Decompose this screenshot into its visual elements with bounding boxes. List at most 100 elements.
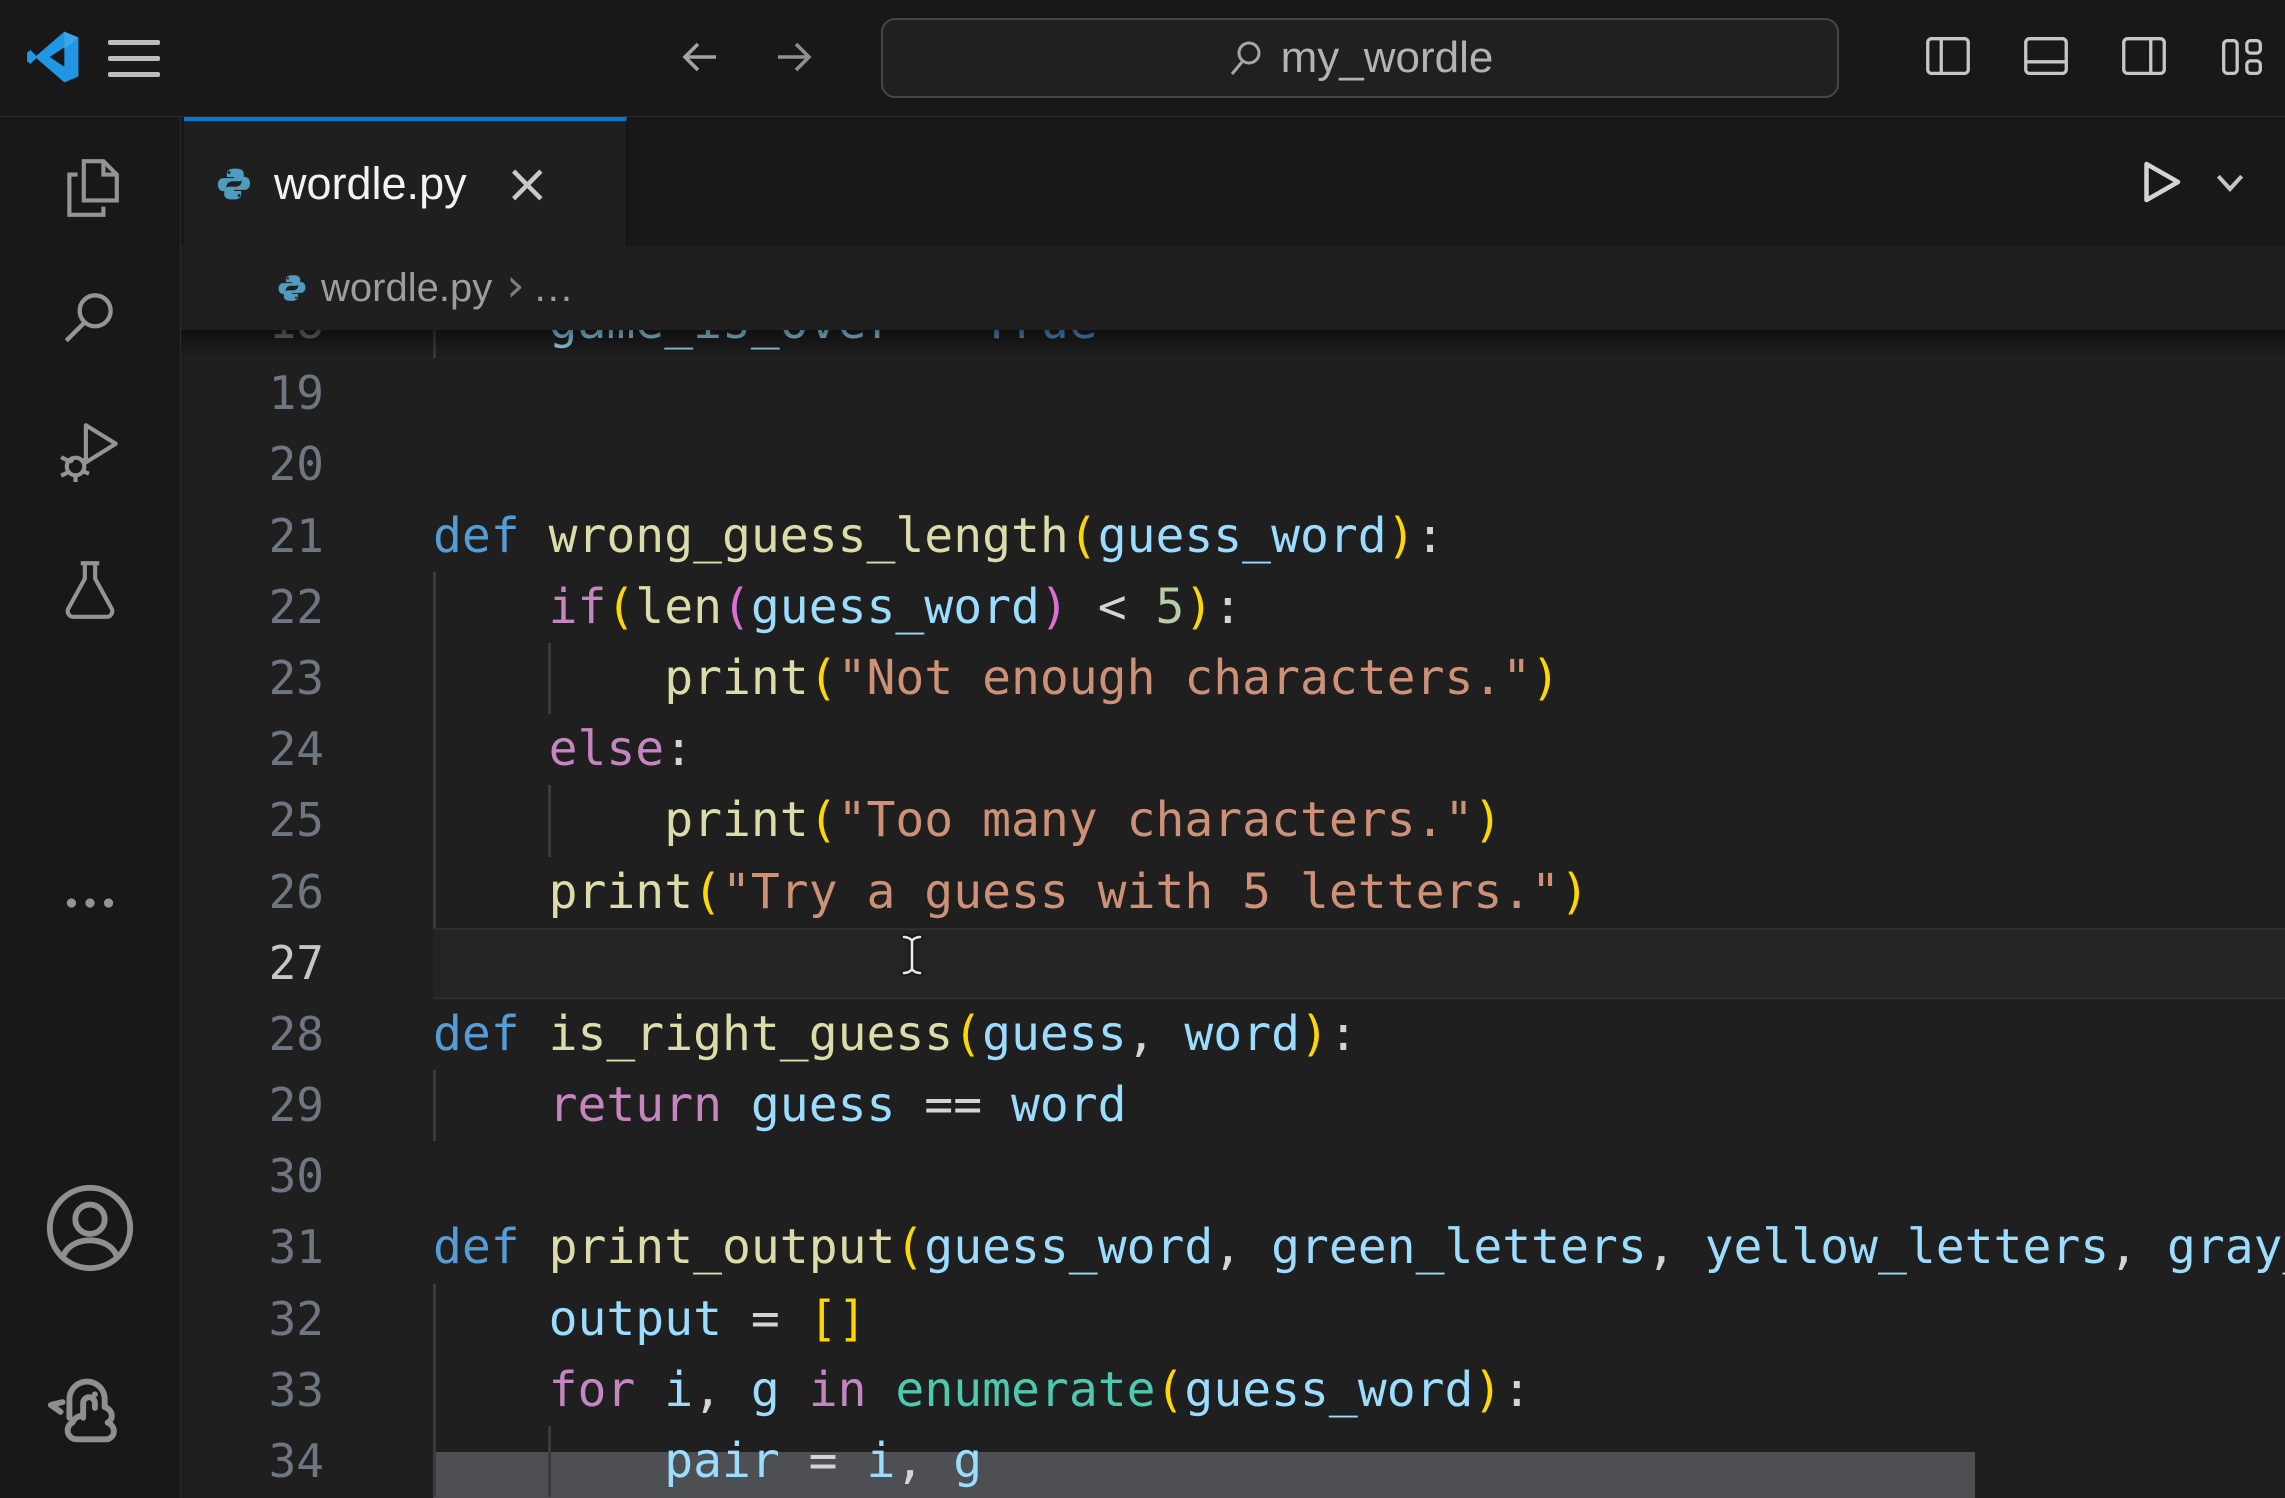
code-line-content: def is_right_guess(guess, word):: [433, 999, 2285, 1070]
line-number[interactable]: 22: [181, 572, 433, 643]
code-text: def is_right_guess(guess, word):: [433, 999, 2285, 1070]
code-line-content: pair = i, g: [433, 1426, 2285, 1497]
line-number[interactable]: 31: [181, 1212, 433, 1283]
line-number[interactable]: 30: [181, 1141, 433, 1212]
more-views-icon[interactable]: [57, 870, 123, 936]
code-line-26[interactable]: 26 print("Try a guess with 5 letters."): [181, 857, 2285, 928]
tab-wordle-py[interactable]: wordle.py ×: [184, 117, 627, 246]
line-number[interactable]: 20: [181, 429, 433, 500]
chevron-down-icon[interactable]: [2209, 161, 2251, 203]
vscode-logo-icon: [26, 28, 80, 86]
code-line-content: [433, 928, 2285, 999]
editor-actions: [2133, 117, 2251, 246]
line-number[interactable]: 24: [181, 714, 433, 785]
code-text: print("Not enough characters."): [433, 643, 2285, 714]
explorer-icon[interactable]: [57, 155, 123, 221]
toggle-primary-sidebar-icon[interactable]: [1921, 30, 1975, 84]
vscode-window: my_wordle: [0, 0, 2285, 1498]
code-line-content: for i, g in enumerate(guess_word):: [433, 1355, 2285, 1426]
line-number[interactable]: 28: [181, 999, 433, 1070]
python-file-icon: [216, 166, 252, 202]
code-text: print("Try a guess with 5 letters."): [433, 857, 2285, 928]
activity-bar: [0, 117, 181, 1498]
line-number[interactable]: 26: [181, 857, 433, 928]
tab-label: wordle.py: [274, 158, 467, 210]
code-line-content: print("Try a guess with 5 letters."): [433, 857, 2285, 928]
code-line-content: else:: [433, 714, 2285, 785]
line-number[interactable]: 21: [181, 501, 433, 572]
search-icon[interactable]: [57, 285, 123, 351]
code-line-29[interactable]: 29 return guess == word: [181, 1070, 2285, 1141]
code-line-19[interactable]: 19: [181, 358, 2285, 429]
code-line-content: return guess == word: [433, 1070, 2285, 1141]
run-file-button[interactable]: [2133, 155, 2187, 209]
code-line-22[interactable]: 22 if(len(guess_word) < 5):: [181, 572, 2285, 643]
code-line-content: def print_output(guess_word, green_lette…: [433, 1212, 2285, 1283]
code-line-content: [433, 429, 2285, 500]
code-line-21[interactable]: 21def wrong_guess_length(guess_word):: [181, 501, 2285, 572]
line-number[interactable]: 32: [181, 1284, 433, 1355]
code-text: else:: [433, 714, 2285, 785]
line-number[interactable]: 27: [181, 928, 433, 999]
title-bar: my_wordle: [0, 0, 2285, 117]
breadcrumb-file[interactable]: wordle.py: [321, 266, 492, 311]
python-snake-icon[interactable]: [43, 1359, 137, 1453]
code-text: output = []: [433, 1284, 2285, 1355]
mouse-cursor-ibeam: [899, 932, 925, 978]
line-number[interactable]: 23: [181, 643, 433, 714]
code-line-content: print("Not enough characters."): [433, 643, 2285, 714]
code-editor[interactable]: 18 game_is_over = True192021def wrong_gu…: [181, 330, 2285, 1498]
breadcrumb: wordle.py › ...: [181, 246, 2285, 330]
code-line-content: [433, 358, 2285, 429]
code-lines: 18 game_is_over = True192021def wrong_gu…: [181, 330, 2285, 1497]
layout-controls: [1921, 30, 2269, 84]
line-number[interactable]: 29: [181, 1070, 433, 1141]
account-icon[interactable]: [43, 1181, 137, 1275]
line-number[interactable]: 33: [181, 1355, 433, 1426]
main-area: wordle.py ×: [0, 117, 2285, 1498]
code-line-32[interactable]: 32 output = []: [181, 1284, 2285, 1355]
code-text: return guess == word: [433, 1070, 2285, 1141]
code-line-25[interactable]: 25 print("Too many characters."): [181, 785, 2285, 856]
code-line-20[interactable]: 20: [181, 429, 2285, 500]
code-text: pair = i, g: [433, 1426, 2285, 1497]
code-line-30[interactable]: 30: [181, 1141, 2285, 1212]
code-text: def wrong_guess_length(guess_word):: [433, 501, 2285, 572]
arrow-right-icon[interactable]: [770, 33, 818, 81]
line-number[interactable]: 25: [181, 785, 433, 856]
customize-layout-icon[interactable]: [2215, 30, 2269, 84]
code-line-24[interactable]: 24 else:: [181, 714, 2285, 785]
breadcrumb-symbol[interactable]: ...: [535, 266, 574, 311]
line-number[interactable]: 19: [181, 358, 433, 429]
arrow-left-icon[interactable]: [676, 33, 724, 81]
code-line-34[interactable]: 34 pair = i, g: [181, 1426, 2285, 1497]
code-text: print("Too many characters."): [433, 785, 2285, 856]
code-line-27[interactable]: 27: [181, 928, 2285, 999]
code-line-content: if(len(guess_word) < 5):: [433, 572, 2285, 643]
run-debug-icon[interactable]: [57, 418, 123, 484]
code-line-28[interactable]: 28def is_right_guess(guess, word):: [181, 999, 2285, 1070]
tab-bar: wordle.py ×: [181, 117, 2285, 246]
toggle-panel-icon[interactable]: [2019, 30, 2073, 84]
tab-close-icon[interactable]: ×: [505, 157, 550, 211]
testing-icon[interactable]: [57, 556, 123, 622]
scroll-shadow: [181, 330, 2285, 358]
code-line-content: [433, 1141, 2285, 1212]
code-line-31[interactable]: 31def print_output(guess_word, green_let…: [181, 1212, 2285, 1283]
code-text: if(len(guess_word) < 5):: [433, 572, 2285, 643]
code-text: for i, g in enumerate(guess_word):: [433, 1355, 2285, 1426]
code-line-content: def wrong_guess_length(guess_word):: [433, 501, 2285, 572]
search-icon: [1227, 38, 1267, 78]
code-text: def print_output(guess_word, green_lette…: [433, 1212, 2285, 1283]
code-line-33[interactable]: 33 for i, g in enumerate(guess_word):: [181, 1355, 2285, 1426]
menu-icon[interactable]: [108, 34, 160, 82]
code-line-content: output = []: [433, 1284, 2285, 1355]
command-center-label: my_wordle: [1281, 33, 1494, 83]
chevron-right-icon: ›: [506, 258, 524, 312]
editor-group: wordle.py ×: [181, 117, 2285, 1498]
line-number[interactable]: 34: [181, 1426, 433, 1497]
command-center-search[interactable]: my_wordle: [881, 18, 1839, 98]
code-line-23[interactable]: 23 print("Not enough characters."): [181, 643, 2285, 714]
toggle-secondary-sidebar-icon[interactable]: [2117, 30, 2171, 84]
code-line-content: print("Too many characters."): [433, 785, 2285, 856]
